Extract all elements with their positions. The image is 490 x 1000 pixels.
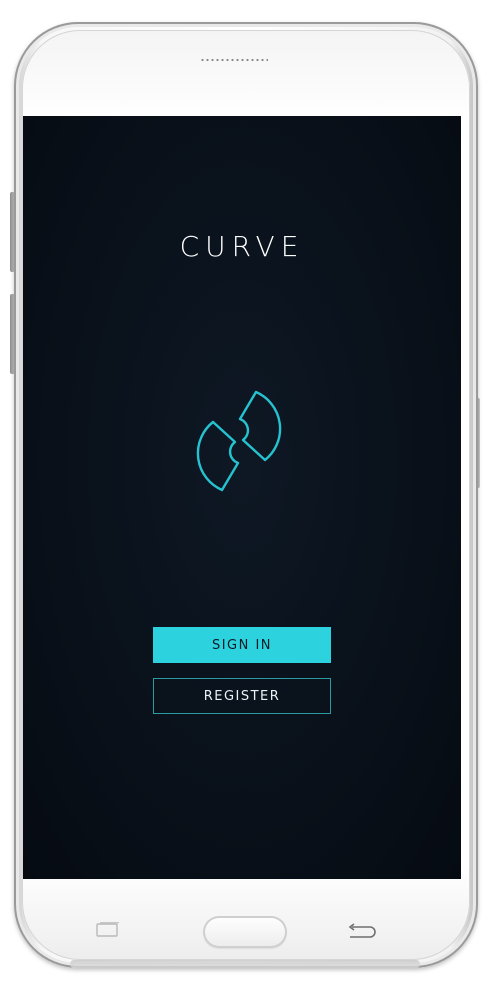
device-mockup: CURVE SIGN IN REGISTER: [0, 0, 490, 1000]
earpiece-speaker: [200, 58, 268, 62]
bottom-chrome-edge: [70, 960, 420, 968]
recent-apps-icon[interactable]: [94, 922, 122, 938]
app-screen: CURVE SIGN IN REGISTER: [23, 116, 461, 879]
home-button-icon[interactable]: [203, 916, 287, 948]
back-arrow-icon[interactable]: [344, 922, 376, 940]
curve-logo-icon: [196, 390, 282, 492]
register-button[interactable]: REGISTER: [153, 678, 331, 714]
sign-in-button[interactable]: SIGN IN: [153, 627, 331, 663]
brand-wordmark: CURVE: [179, 230, 305, 263]
